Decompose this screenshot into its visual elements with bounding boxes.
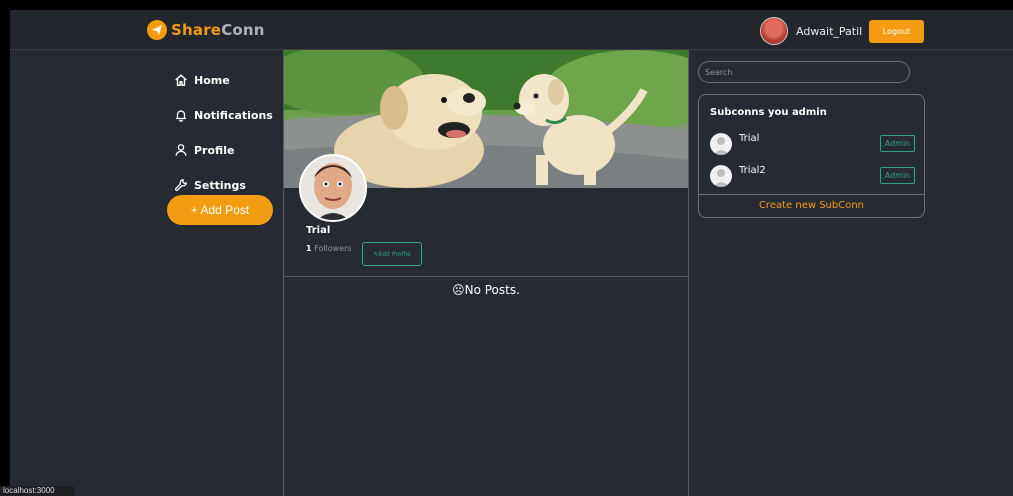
bell-icon	[175, 110, 187, 122]
sidebar-item-label: Home	[194, 73, 230, 87]
home-icon	[175, 74, 187, 86]
subconns-admin-panel: Subconns you admin Trial Admin Trial2 Ad…	[698, 94, 925, 218]
edit-profile-button[interactable]: ✎Edit Profile	[362, 242, 422, 266]
sidebar-item-label: Profile	[194, 143, 235, 157]
right-sidebar: Subconns you admin Trial Admin Trial2 Ad…	[689, 50, 1013, 496]
user-avatar	[760, 17, 788, 45]
profile-main: Trial 1 Followers ✎Edit Profile ☹No Post…	[283, 50, 689, 496]
subconn-item[interactable]: Trial2 Admin	[710, 163, 915, 187]
subconn-name: Trial	[739, 133, 760, 144]
sidebar-item-label: Notifications	[194, 108, 273, 122]
followers-count[interactable]: 1 Followers	[306, 244, 352, 253]
sidebar-item-profile[interactable]: Profile	[174, 143, 234, 157]
subconn-name: Trial2	[739, 165, 766, 176]
logout-button[interactable]: Logout	[869, 20, 924, 43]
panel-title: Subconns you admin	[710, 107, 827, 118]
add-post-button[interactable]: + Add Post	[167, 195, 273, 225]
create-subconn-link[interactable]: Create new SubConn	[699, 200, 924, 211]
subconn-avatar	[710, 133, 732, 155]
brand-logo-link[interactable]: ShareConn	[147, 20, 265, 40]
username-label: Adwait_Patil	[796, 24, 863, 38]
admin-badge: Admin	[880, 167, 915, 184]
sidebar-item-notifications[interactable]: Notifications	[174, 108, 273, 122]
wrench-icon	[174, 179, 187, 192]
profile-name: Trial	[306, 225, 331, 236]
subconn-item[interactable]: Trial Admin	[710, 131, 915, 155]
search-input[interactable]	[698, 61, 910, 83]
divider	[284, 276, 688, 277]
user-menu[interactable]: Adwait_Patil	[760, 17, 862, 45]
admin-badge: Admin	[880, 135, 915, 152]
divider	[699, 194, 924, 195]
user-icon	[175, 144, 187, 156]
sidebar-item-home[interactable]: Home	[174, 73, 230, 87]
sidebar-item-label: Settings	[194, 178, 246, 192]
profile-avatar	[299, 154, 367, 222]
sharecon-logo-icon	[147, 20, 167, 40]
brand-name: ShareConn	[171, 21, 265, 39]
left-sidebar: Home Notifications Profile Settings + Ad…	[10, 50, 284, 496]
app-window: ShareConn Adwait_Patil Logout Home Notif…	[10, 10, 1013, 496]
no-posts-message: ☹No Posts.	[452, 283, 520, 297]
browser-status-url: localhost:3000	[0, 486, 74, 496]
subconn-avatar	[710, 165, 732, 187]
top-navbar: ShareConn Adwait_Patil Logout	[10, 10, 1013, 50]
sidebar-item-settings[interactable]: Settings	[174, 178, 246, 192]
